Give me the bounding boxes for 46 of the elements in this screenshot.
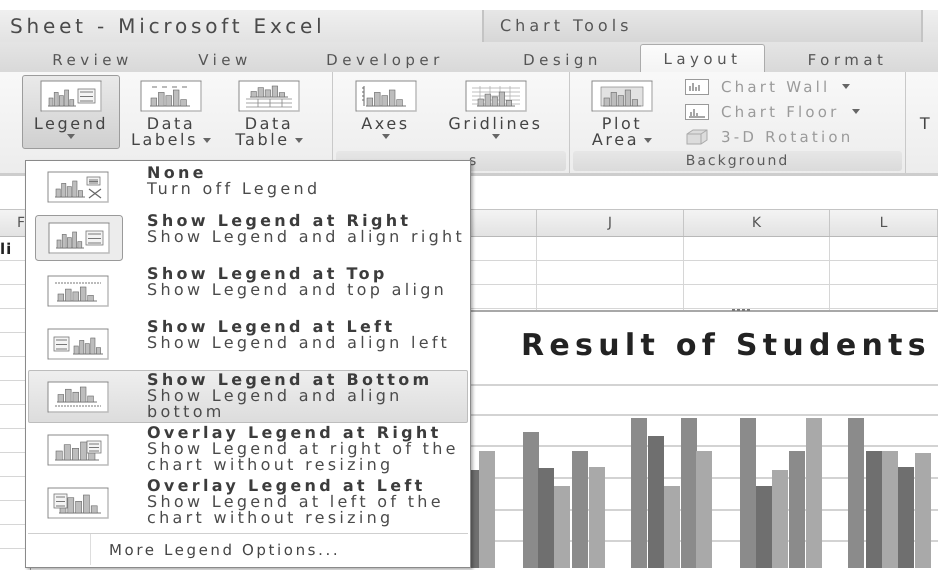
caret-icon [382,134,390,139]
chart-icon [591,80,653,112]
column-header: J [608,215,612,231]
group-label: Background [686,153,790,169]
menu-item[interactable]: More Legend Options... [91,534,340,565]
chart-icon [685,78,709,94]
chart-icon [238,80,300,112]
resize-handle-icon[interactable] [731,308,751,312]
cube-icon [685,128,709,146]
tab[interactable]: View [165,46,285,72]
ribbon-button[interactable]: Plot Area [575,75,669,149]
tab[interactable]: Review [20,46,165,72]
menu-item[interactable]: None Turn off Legend [28,163,468,211]
window-title: Sheet - Microsoft Excel [9,13,327,40]
caret-icon [203,138,212,144]
context-tab-header: Chart Tools [482,10,923,42]
column-header: F [17,215,26,231]
menu-item[interactable]: Show Legend at Bottom Show Legend and align bottom [28,370,468,423]
ribbon-button[interactable]: Axes [338,75,433,149]
menu-item[interactable]: Overlay Legend at Left Show Legend at left of the chart without resizing [28,476,468,529]
chart-title: Result of Students [521,328,931,362]
ribbon-button[interactable]: Data Labels [124,75,218,149]
column-header: L [880,215,888,231]
menu-item[interactable]: Overlay Legend at Right Show Legend at right of the chart without resizing [28,423,468,476]
tab[interactable]: Design [485,46,640,72]
ribbon-button[interactable]: Legend [22,75,120,149]
ribbon-button[interactable]: T [911,75,938,149]
caret-icon [294,138,303,144]
caret-icon [67,134,75,139]
chart-icon [140,80,202,112]
menu-item[interactable]: Show Legend at Right Show Legend and align right [28,211,468,264]
chart-icon [354,80,416,112]
caret-icon [492,134,500,139]
tab[interactable]: Developer [285,46,485,72]
column-header: K [752,215,762,231]
tab[interactable]: Layout [640,44,765,72]
chart-icon [685,104,709,120]
tab[interactable]: Format [765,46,930,72]
table-cell: li [0,240,12,258]
caret-icon [644,138,652,144]
ribbon-button[interactable]: Data Table [222,75,316,149]
ribbon-button[interactable]: Gridlines [438,75,553,149]
chart-icon [464,80,526,112]
menu-item[interactable]: Show Legend at Left Show Legend and align left [28,317,468,370]
chart-icon [40,80,102,112]
menu-item[interactable]: Show Legend at Top Show Legend and top align [28,264,468,317]
